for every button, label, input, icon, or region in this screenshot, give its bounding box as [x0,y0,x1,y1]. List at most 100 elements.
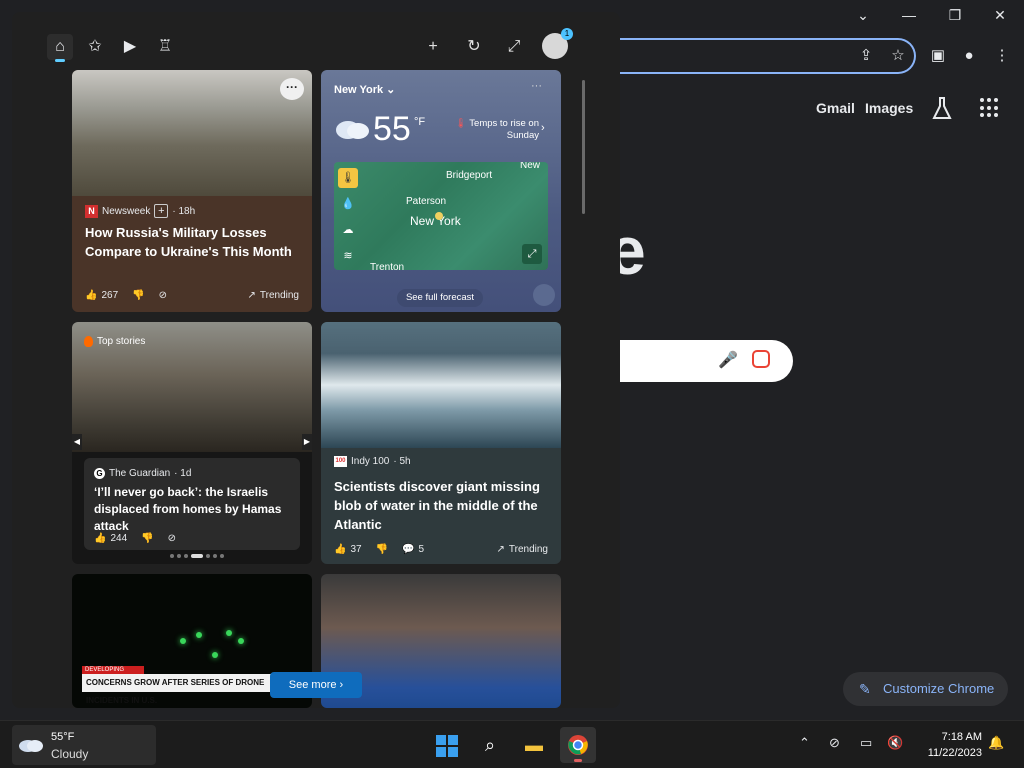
windows-logo-icon [436,735,458,757]
drone-light [226,630,232,636]
drone-light [238,638,244,644]
like-count: 37 [350,544,362,555]
news-source: N Newsweek + · 18h [85,204,195,218]
like-count: 267 [101,290,119,301]
taskbar-weather[interactable]: 55°F Cloudy [12,725,156,765]
precipitation-layer-icon[interactable]: 💧 [338,194,358,214]
news-card-atlantic[interactable]: 100 Indy 100 · 5h Scientists discover gi… [321,322,561,564]
expand-icon[interactable]: ⤢ [503,36,525,58]
clock-time: 7:18 AM [941,731,982,743]
google-apps-icon[interactable] [980,98,1000,118]
cloud-layer-icon[interactable]: ☁ [338,220,358,240]
cloud-icon [336,121,369,139]
restore-button[interactable]: ❐ [935,4,975,26]
trending-arrow-icon: ↗ [496,544,505,555]
volume-muted-icon[interactable]: 🔇 [887,735,903,751]
profile-icon[interactable]: ● [957,44,981,68]
trending-arrow-icon: ↗ [247,290,256,301]
see-full-forecast-button[interactable]: See full forecast [397,289,483,307]
minimize-button[interactable]: — [889,4,929,26]
news-headline[interactable]: Scientists discover giant missing blob o… [334,477,554,534]
sports-trophy-icon[interactable]: ♖ [152,34,178,60]
video-icon[interactable]: ▶ [117,34,143,60]
drone-light [180,638,186,644]
top-stories-tag: Top stories [84,336,145,347]
side-panel-icon[interactable]: ▣ [926,44,950,68]
account-avatar[interactable]: 1 [542,28,573,59]
weather-location[interactable]: New York ⌄ [334,83,395,96]
file-explorer-icon[interactable]: ▬ [516,727,552,763]
carousel-next-icon[interactable]: ▶ [302,434,312,450]
comments-off-icon[interactable]: ⊘ [168,533,176,544]
developing-story-banner: DEVELOPING STORY [82,666,144,681]
home-icon[interactable]: ⌂ [47,34,73,62]
carousel-pager[interactable] [170,554,224,558]
system-clock[interactable]: 7:18 AM 11/22/2023 [918,729,982,761]
news-card-russia[interactable]: ··· N Newsweek + · 18h How Russia's Mili… [72,70,312,312]
news-crawl: CONCERNS GROW AFTER SERIES OF DRONE INCI… [82,674,272,705]
chevron-right-icon[interactable]: › [541,122,545,134]
follow-plus-icon[interactable]: + [154,204,169,218]
close-button[interactable]: ✕ [980,4,1020,26]
flame-icon [84,336,93,347]
weather-note[interactable]: 🌡 Temps to rise on Sunday [451,118,539,142]
gmail-link[interactable]: Gmail [816,100,855,116]
drone-light [196,632,202,638]
chrome-menu-icon[interactable]: ⋮ [990,44,1014,68]
wind-layer-icon[interactable]: ≋ [338,246,358,266]
tab-search-chevron-icon[interactable]: ⌄ [843,4,883,26]
weather-card[interactable]: New York ⌄ ··· 55 °F 🌡 Temps to rise on … [321,70,561,312]
drone-light [212,652,218,658]
share-icon[interactable]: ⇪ [854,44,878,68]
thumbs-down-icon[interactable]: 👎 [141,533,153,544]
news-actions: 👍 244 👎 ⊘ [94,533,180,544]
labs-flask-icon[interactable] [930,96,954,122]
source-name: Newsweek [102,205,151,217]
see-more-button[interactable]: See more › [270,672,362,698]
comments-off-icon[interactable]: ⊘ [159,290,167,301]
notification-badge: 1 [561,28,573,40]
feed-scrollbar[interactable] [582,80,585,214]
expand-map-icon[interactable]: ⤢ [522,244,542,264]
story-details[interactable]: G The Guardian · 1d ‘I’ll never go back’… [84,458,300,550]
thumbs-up-icon[interactable]: 👍 [334,544,346,555]
more-options-icon[interactable]: ··· [531,80,542,92]
news-age: · 18h [172,205,196,217]
news-image [321,322,561,448]
current-temperature: 55 [373,110,411,148]
images-link[interactable]: Images [865,100,913,116]
start-button[interactable] [428,727,464,763]
top-stories-card[interactable]: Top stories ◀ ▶ G The Guardian · 1d ‘I’l… [72,322,312,564]
display-icon[interactable]: ▭ [860,735,872,751]
weather-map[interactable]: 🌡 💧 ☁ ≋ Bridgeport New Paterson New York… [334,162,548,270]
interests-star-icon[interactable]: ✩ [82,34,108,60]
comment-icon[interactable]: 💬 [402,544,414,555]
google-search-box[interactable]: 🎤 [600,340,793,382]
weather-condition-icon [533,284,555,306]
thumbs-up-icon[interactable]: 👍 [85,290,97,301]
thumbs-down-icon[interactable]: 👎 [376,544,388,555]
refresh-icon[interactable]: ↻ [463,36,485,58]
temperature-layer-icon[interactable]: 🌡 [338,168,358,188]
location-pin-icon [435,212,443,220]
carousel-prev-icon[interactable]: ◀ [72,434,82,450]
search-icon[interactable]: ⌕ [472,727,508,763]
news-headline[interactable]: How Russia's Military Losses Compare to … [85,223,305,261]
tray-chevron-up-icon[interactable]: ⌃ [799,735,810,751]
customize-chrome-button[interactable]: ✎ Customize Chrome [843,672,1008,706]
chrome-app-icon[interactable] [560,727,596,763]
pencil-icon: ✎ [859,681,871,697]
network-off-icon[interactable]: ⊘ [829,735,840,751]
bookmark-star-icon[interactable]: ☆ [886,44,910,68]
notification-bell-icon[interactable]: 🔔 [988,735,1004,751]
news-headline[interactable]: ‘I’ll never go back’: the Israelis displ… [94,484,294,535]
indy100-logo-icon: 100 [334,456,347,467]
taskbar-temperature: 55°F [51,731,75,743]
more-options-icon[interactable]: ··· [280,78,304,100]
voice-search-icon[interactable]: 🎤 [718,350,738,370]
add-widget-icon[interactable]: + [422,36,444,58]
thumbs-up-icon[interactable]: 👍 [94,533,106,544]
news-age: · 5h [393,456,411,467]
lens-icon[interactable] [752,350,770,368]
thumbs-down-icon[interactable]: 👎 [132,290,144,301]
